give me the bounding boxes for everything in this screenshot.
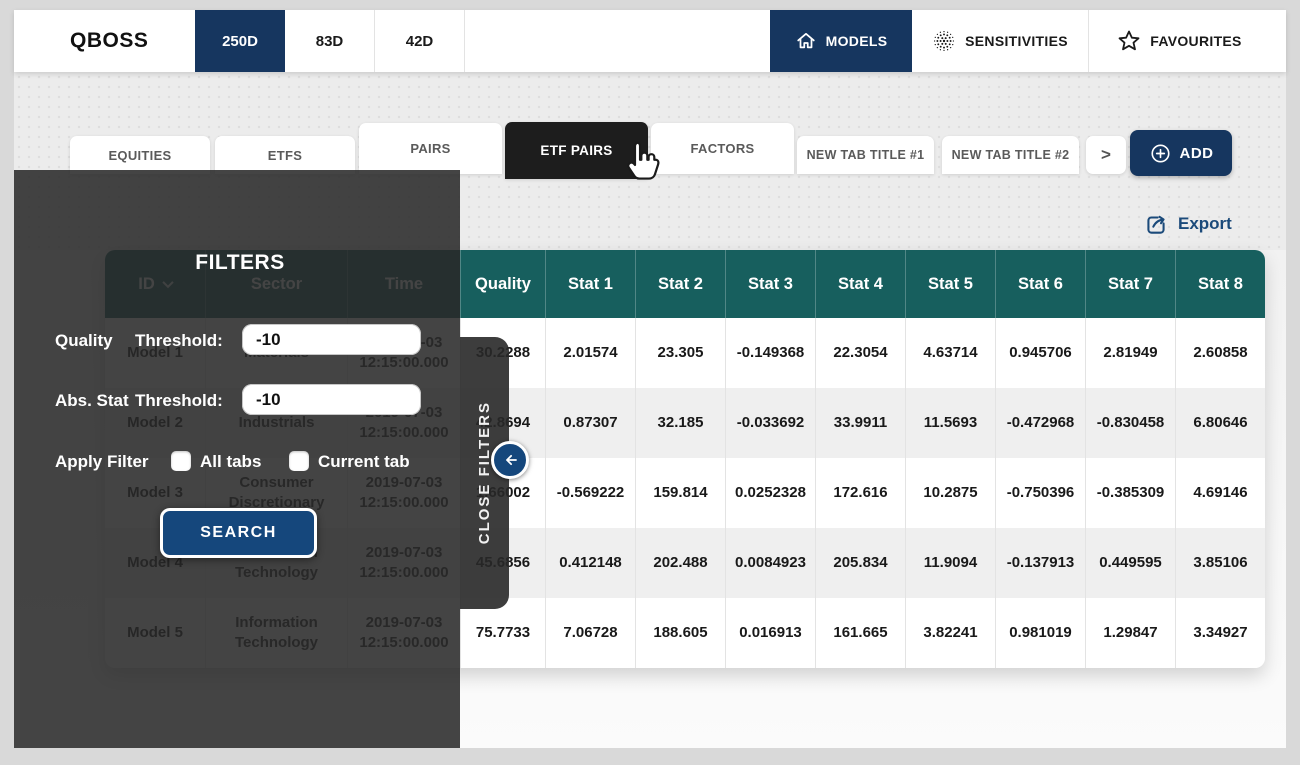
dotted-sphere-icon (932, 29, 956, 53)
filters-panel: FILTERS Quality Threshold: Abs. Stat Thr… (14, 170, 460, 748)
tab-equities[interactable]: EQUITIES (70, 136, 210, 174)
column-header-stat-7[interactable]: Stat 7 (1085, 250, 1175, 318)
all-tabs-label: All tabs (200, 452, 261, 472)
tab-new-tab-2[interactable]: NEW TAB TITLE #2 (942, 136, 1079, 174)
column-header-stat-6[interactable]: Stat 6 (995, 250, 1085, 318)
cell-stat-8: 3.85106 (1175, 528, 1265, 598)
cell-stat-8: 3.34927 (1175, 598, 1265, 668)
cell-stat-6: -0.137913 (995, 528, 1085, 598)
cell-stat-6: 0.945706 (995, 318, 1085, 388)
column-header-quality[interactable]: Quality (460, 250, 545, 318)
cell-stat-3: -0.149368 (725, 318, 815, 388)
cell-stat-6: -0.750396 (995, 458, 1085, 528)
cell-stat-3: 0.0252328 (725, 458, 815, 528)
cell-stat-1: 0.412148 (545, 528, 635, 598)
tab-pairs[interactable]: PAIRS (359, 123, 502, 174)
cell-stat-1: 0.87307 (545, 388, 635, 458)
cell-stat-7: -0.385309 (1085, 458, 1175, 528)
star-icon (1117, 29, 1141, 53)
quality-threshold-input[interactable] (242, 324, 421, 355)
period-tab-42d[interactable]: 42D (375, 10, 465, 72)
tab-factors[interactable]: FACTORS (651, 123, 794, 174)
quality-threshold-label: Threshold: (135, 331, 223, 351)
cell-stat-7: 1.29847 (1085, 598, 1175, 668)
cell-stat-2: 23.305 (635, 318, 725, 388)
cell-stat-3: 0.016913 (725, 598, 815, 668)
cell-stat-6: 0.981019 (995, 598, 1085, 668)
cell-stat-1: 7.06728 (545, 598, 635, 668)
cell-stat-4: 33.9911 (815, 388, 905, 458)
all-tabs-checkbox[interactable] (171, 451, 191, 471)
apply-filter-label: Apply Filter (55, 452, 149, 472)
current-tab-label: Current tab (318, 452, 410, 472)
cell-stat-5: 11.5693 (905, 388, 995, 458)
column-header-stat-3[interactable]: Stat 3 (725, 250, 815, 318)
abs-stat-threshold-input[interactable] (242, 384, 421, 415)
app-brand: QBOSS (70, 10, 148, 72)
cell-stat-8: 6.80646 (1175, 388, 1265, 458)
cell-stat-7: 2.81949 (1085, 318, 1175, 388)
abs-stat-threshold-label: Threshold: (135, 391, 223, 411)
cell-stat-5: 11.9094 (905, 528, 995, 598)
tab-scroll-right-button[interactable]: > (1086, 136, 1126, 174)
cell-stat-5: 10.2875 (905, 458, 995, 528)
add-tab-button[interactable]: ADD (1130, 130, 1232, 176)
top-bar: QBOSS 250D 83D 42D MODELS SENSITI (14, 10, 1286, 72)
column-header-stat-2[interactable]: Stat 2 (635, 250, 725, 318)
chevron-right-icon: > (1101, 145, 1111, 165)
close-filters-arrow-button[interactable] (491, 441, 529, 479)
plus-circle-icon (1149, 142, 1172, 165)
nav-item-favourites[interactable]: FAVOURITES (1088, 10, 1270, 72)
cell-stat-4: 205.834 (815, 528, 905, 598)
cell-stat-8: 2.60858 (1175, 318, 1265, 388)
main-nav: MODELS SENSITIVITIES FAVOURITES (770, 10, 1270, 72)
tab-etfs[interactable]: ETFS (215, 136, 355, 174)
abs-stat-label: Abs. Stat (55, 391, 129, 411)
export-icon (1143, 211, 1169, 237)
cell-stat-2: 188.605 (635, 598, 725, 668)
nav-item-models[interactable]: MODELS (770, 10, 912, 72)
cell-stat-3: -0.033692 (725, 388, 815, 458)
tab-etf-pairs[interactable]: ETF PAIRS (505, 122, 648, 179)
export-button[interactable]: Export (1143, 207, 1232, 241)
cell-stat-5: 3.82241 (905, 598, 995, 668)
column-header-stat-8[interactable]: Stat 8 (1175, 250, 1265, 318)
arrow-left-icon (501, 451, 519, 469)
column-header-stat-4[interactable]: Stat 4 (815, 250, 905, 318)
column-header-stat-1[interactable]: Stat 1 (545, 250, 635, 318)
cell-stat-4: 22.3054 (815, 318, 905, 388)
cell-stat-8: 4.69146 (1175, 458, 1265, 528)
cell-stat-6: -0.472968 (995, 388, 1085, 458)
column-header-stat-5[interactable]: Stat 5 (905, 250, 995, 318)
quality-label: Quality (55, 331, 113, 351)
cell-stat-1: -0.569222 (545, 458, 635, 528)
cell-stat-4: 172.616 (815, 458, 905, 528)
nav-item-sensitivities[interactable]: SENSITIVITIES (912, 10, 1088, 72)
home-icon (795, 30, 817, 52)
cell-stat-2: 159.814 (635, 458, 725, 528)
cell-stat-3: 0.0084923 (725, 528, 815, 598)
cell-stat-2: 202.488 (635, 528, 725, 598)
search-button[interactable]: SEARCH (160, 508, 317, 558)
cell-stat-5: 4.63714 (905, 318, 995, 388)
cell-stat-7: -0.830458 (1085, 388, 1175, 458)
period-tab-83d[interactable]: 83D (285, 10, 375, 72)
cell-stat-2: 32.185 (635, 388, 725, 458)
filters-title: FILTERS (100, 251, 380, 275)
cell-stat-1: 2.01574 (545, 318, 635, 388)
tab-new-tab-1[interactable]: NEW TAB TITLE #1 (797, 136, 934, 174)
current-tab-checkbox[interactable] (289, 451, 309, 471)
period-tab-250d[interactable]: 250D (195, 10, 285, 72)
cell-stat-4: 161.665 (815, 598, 905, 668)
cell-stat-7: 0.449595 (1085, 528, 1175, 598)
period-tab-group: 250D 83D 42D (195, 10, 465, 72)
